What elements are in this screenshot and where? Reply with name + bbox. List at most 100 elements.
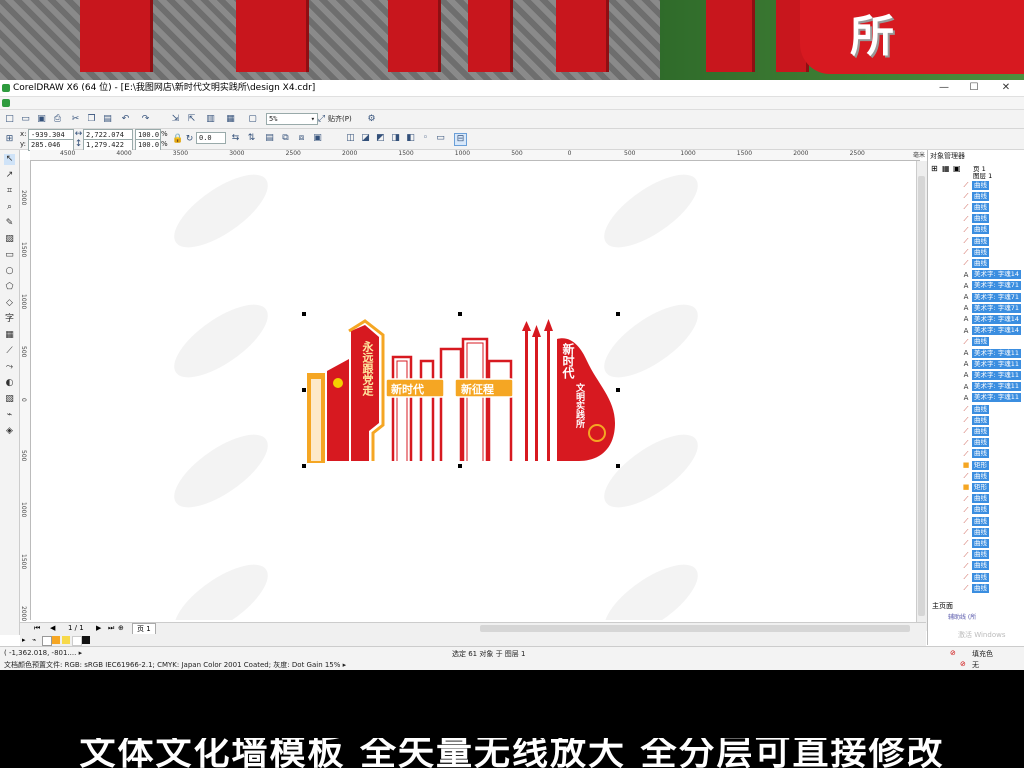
close-button[interactable]: ✕ (992, 80, 1020, 96)
selection-handle[interactable] (302, 464, 306, 468)
show-properties-icon[interactable]: ▣ (953, 164, 961, 173)
text-tool-icon[interactable]: 字 (4, 314, 15, 325)
smart-fill-icon[interactable]: ▨ (4, 234, 15, 245)
object-list-item[interactable]: A 美术字: 字魂14 (962, 314, 1024, 324)
add-page-icon[interactable]: ⊕ (118, 624, 124, 632)
basic-shapes-icon[interactable]: ◇ (4, 298, 15, 309)
view-mode-icon[interactable]: ▦ (942, 164, 950, 173)
blend-tool-icon[interactable]: ◐ (4, 378, 15, 389)
object-list-item[interactable]: ⟋ 曲线 (962, 247, 1024, 257)
object-list-item[interactable]: ⟋ 曲线 (962, 214, 1024, 224)
object-list-item[interactable]: ⟋ 曲线 (962, 225, 1024, 235)
ellipse-tool-icon[interactable]: ○ (4, 266, 15, 277)
rotation-field[interactable]: 0.0 (196, 132, 226, 144)
horizontal-ruler[interactable]: 4500 4000 3500 3000 2500 2000 1500 1000 500 0 500 1… (30, 150, 920, 161)
zoom-level-select[interactable]: 5% ▾ (266, 113, 318, 125)
ungroup-all-icon[interactable]: ▣ (312, 133, 323, 144)
object-list-item[interactable]: ⟋ 曲线 (962, 426, 1024, 436)
publish-pdf-icon[interactable]: ▥ (205, 114, 216, 125)
undo-icon[interactable]: ↶ (120, 114, 131, 125)
app-launcher-icon[interactable]: ▦ (225, 114, 236, 125)
mirror-horizontal-icon[interactable]: ⇆ (230, 133, 241, 144)
object-list-item[interactable]: ⟋ 曲线 (962, 527, 1024, 537)
tree-master-page[interactable]: 主页面 (932, 601, 953, 611)
import-icon[interactable]: ⇲ (170, 114, 181, 125)
object-list-item[interactable]: ⟋ 曲线 (962, 471, 1024, 481)
save-icon[interactable]: ▣ (36, 114, 47, 125)
selection-handle[interactable] (616, 388, 620, 392)
welcome-screen-icon[interactable]: ▢ (247, 114, 258, 125)
crop-tool-icon[interactable]: ⌗ (4, 186, 15, 197)
object-list-item[interactable]: ⟋ 曲线 (962, 583, 1024, 593)
rectangle-tool-icon[interactable]: ▭ (4, 250, 15, 261)
drawing-canvas[interactable]: 永远跟党走 新时代 新征程 新时代 文明实践所 (31, 161, 916, 620)
paste-icon[interactable]: ▤ (102, 114, 113, 125)
object-list-item[interactable]: ⟋ 曲线 (962, 404, 1024, 414)
layer-options-icon[interactable]: ⊞ (931, 164, 938, 173)
lock-ratio-icon[interactable]: 🔒 (172, 134, 183, 145)
table-tool-icon[interactable]: ▦ (4, 330, 15, 341)
minimize-button[interactable]: — (930, 80, 958, 96)
object-list-item[interactable]: A 美术字: 字魂14 (962, 326, 1024, 336)
simplify-icon[interactable]: ◨ (390, 133, 401, 144)
object-list-item[interactable]: ■ 矩形 (962, 482, 1024, 492)
prev-page-icon[interactable]: ◀ (50, 624, 55, 632)
maximize-button[interactable]: ☐ (960, 80, 988, 96)
connector-tool-icon[interactable]: ⤳ (4, 362, 15, 373)
selection-handle[interactable] (302, 312, 306, 316)
options-icon[interactable]: ⚙ (366, 114, 377, 125)
open-folder-icon[interactable]: ▭ (20, 114, 31, 125)
white-swatch[interactable] (72, 636, 82, 646)
back-minus-front-icon[interactable]: ◦ (420, 133, 431, 144)
mirror-vertical-icon[interactable]: ⇅ (246, 133, 257, 144)
intersect-icon[interactable]: ◩ (375, 133, 386, 144)
object-list-item[interactable]: ⟋ 曲线 (962, 538, 1024, 548)
vertical-scroll-thumb[interactable] (918, 176, 925, 616)
vertical-ruler[interactable]: 2000 1500 1000 500 0 500 1000 1500 2000 (20, 160, 31, 621)
object-list-item[interactable]: A 美术字: 字魂71 (962, 303, 1024, 313)
object-list-item[interactable]: A 美术字: 字魂11 (962, 348, 1024, 358)
object-list-item[interactable]: ⟋ 曲线 (962, 258, 1024, 268)
object-list-item[interactable]: A 美术字: 字魂11 (962, 370, 1024, 380)
freehand-tool-icon[interactable]: ✎ (4, 218, 15, 229)
object-list-item[interactable]: ⟋ 曲线 (962, 236, 1024, 246)
selection-handle[interactable] (458, 312, 462, 316)
black-swatch[interactable] (82, 636, 90, 644)
object-list-item[interactable]: ⟋ 曲线 (962, 180, 1024, 190)
new-document-icon[interactable]: □ (4, 114, 15, 125)
vertical-scrollbar[interactable] (916, 161, 927, 631)
object-list-item[interactable]: ⟋ 曲线 (962, 572, 1024, 582)
selection-handle[interactable] (616, 312, 620, 316)
create-boundary-icon[interactable]: ▭ (435, 133, 446, 144)
palette-menu-icon[interactable]: ▸ (22, 636, 26, 644)
object-list-item[interactable]: A 美术字: 字魂71 (962, 292, 1024, 302)
object-list-item[interactable]: ⟋ 曲线 (962, 449, 1024, 459)
align-distribute-icon[interactable]: ⊟ (454, 133, 467, 146)
export-icon[interactable]: ⇱ (186, 114, 197, 125)
horizontal-scroll-thumb[interactable] (480, 625, 910, 632)
object-list-item[interactable]: ⟋ 曲线 (962, 494, 1024, 504)
eyedropper-icon[interactable]: ⌁ (32, 636, 36, 644)
no-color-swatch[interactable] (42, 636, 52, 646)
object-list-item[interactable]: ⟋ 曲线 (962, 550, 1024, 560)
object-list-item[interactable]: A 美术字: 字魂11 (962, 393, 1024, 403)
front-minus-back-icon[interactable]: ◧ (405, 133, 416, 144)
ungroup-icon[interactable]: ⧈ (296, 133, 307, 144)
copy-icon[interactable]: ❐ (86, 114, 97, 125)
object-list-item[interactable]: ⟋ 曲线 (962, 191, 1024, 201)
weld-icon[interactable]: ◫ (345, 133, 356, 144)
cut-icon[interactable]: ✂ (70, 114, 81, 125)
object-list-item[interactable]: ⟋ 曲线 (962, 337, 1024, 347)
full-screen-icon[interactable]: ⤢ (316, 114, 327, 125)
yellow-swatch[interactable] (62, 636, 70, 644)
object-list-item[interactable]: ⟋ 曲线 (962, 561, 1024, 571)
object-list-item[interactable]: ⟋ 曲线 (962, 516, 1024, 526)
object-list-item[interactable]: ⟋ 曲线 (962, 202, 1024, 212)
zoom-tool-icon[interactable]: ⌕ (4, 202, 15, 213)
polygon-tool-icon[interactable]: ⬠ (4, 282, 15, 293)
tree-layer[interactable]: 图层 1 (973, 170, 992, 180)
selection-handle[interactable] (302, 388, 306, 392)
group-icon[interactable]: ⧉ (280, 133, 291, 144)
shape-tool-icon[interactable]: ↗ (4, 170, 15, 181)
object-list-item[interactable]: ■ 矩形 (962, 460, 1024, 470)
